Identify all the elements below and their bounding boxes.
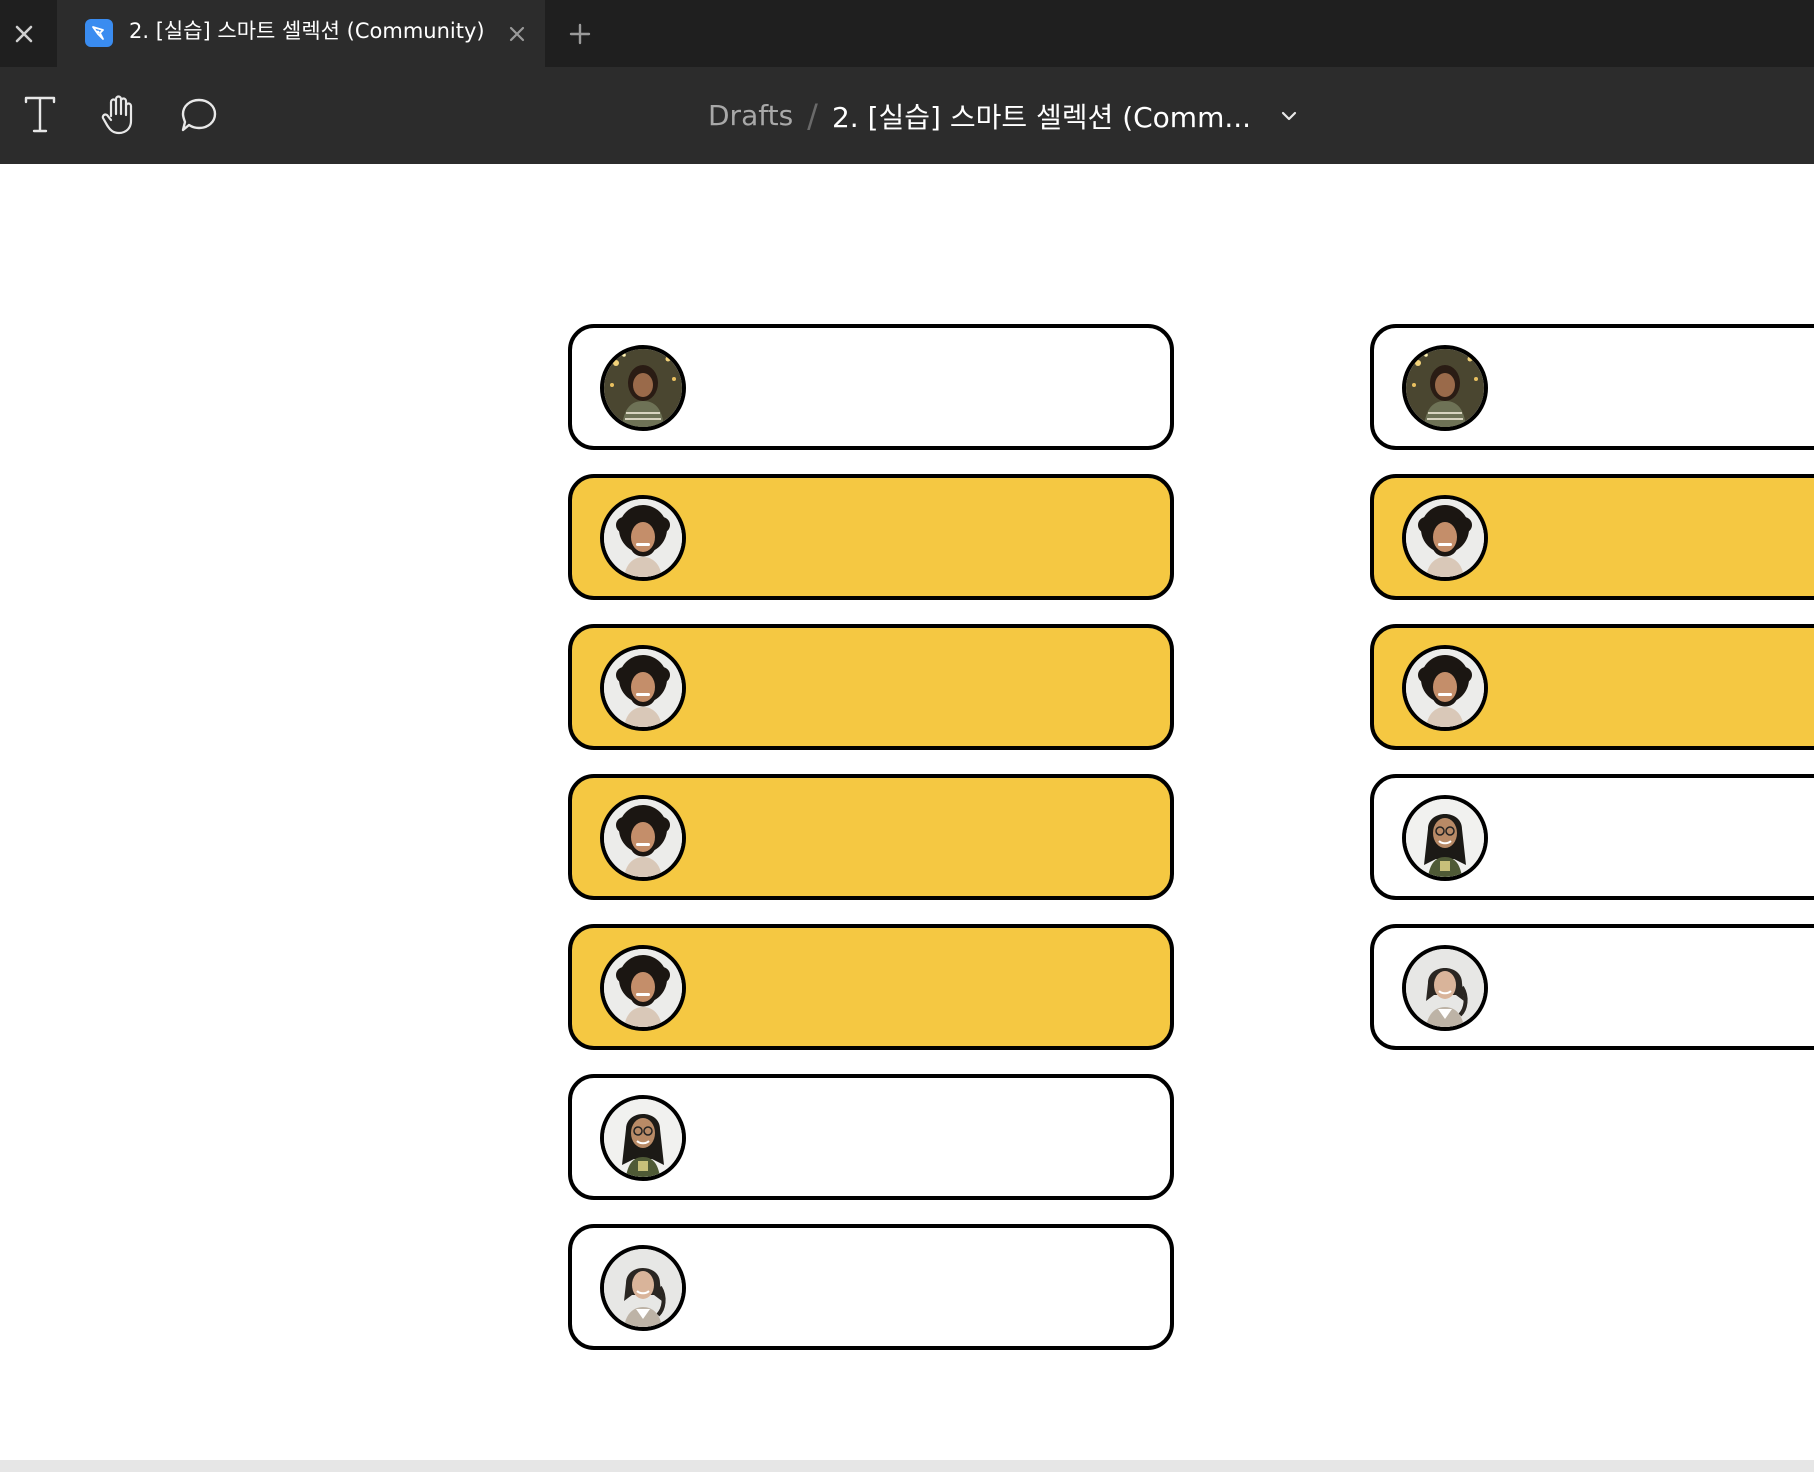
close-icon[interactable] bbox=[0, 0, 48, 67]
list-card[interactable] bbox=[568, 1074, 1174, 1200]
breadcrumb-drafts[interactable]: Drafts bbox=[708, 99, 793, 132]
bottom-scrollbar[interactable] bbox=[0, 1460, 1814, 1472]
tab-bar: 2. [실습] 스마트 셀렉션 (Community) bbox=[0, 0, 1814, 67]
avatar bbox=[600, 795, 686, 881]
text-tool-icon[interactable] bbox=[12, 87, 68, 143]
avatar bbox=[600, 345, 686, 431]
chevron-down-icon[interactable] bbox=[1277, 104, 1301, 128]
avatar bbox=[1402, 645, 1488, 731]
list-card[interactable] bbox=[1370, 624, 1814, 750]
avatar bbox=[1402, 345, 1488, 431]
figma-file-icon bbox=[85, 19, 113, 47]
avatar bbox=[600, 495, 686, 581]
breadcrumb-file-name[interactable]: 2. [실습] 스마트 셀렉션 (Comm... bbox=[832, 96, 1251, 136]
list-card[interactable] bbox=[1370, 924, 1814, 1050]
comment-tool-icon[interactable] bbox=[171, 87, 227, 143]
list-card[interactable] bbox=[1370, 474, 1814, 600]
avatar bbox=[600, 945, 686, 1031]
toolbar: Drafts / 2. [실습] 스마트 셀렉션 (Comm... bbox=[0, 67, 1814, 164]
list-card[interactable] bbox=[1370, 324, 1814, 450]
list-card[interactable] bbox=[568, 1224, 1174, 1350]
design-canvas[interactable] bbox=[0, 164, 1814, 1460]
avatar bbox=[1402, 795, 1488, 881]
avatar bbox=[600, 645, 686, 731]
list-card[interactable] bbox=[568, 624, 1174, 750]
breadcrumb: Drafts / 2. [실습] 스마트 셀렉션 (Comm... bbox=[708, 67, 1301, 164]
list-card[interactable] bbox=[568, 924, 1174, 1050]
file-tab[interactable]: 2. [실습] 스마트 셀렉션 (Community) bbox=[57, 0, 545, 67]
avatar bbox=[600, 1245, 686, 1331]
hand-tool-icon[interactable] bbox=[91, 87, 147, 143]
avatar bbox=[1402, 495, 1488, 581]
tab-title: 2. [실습] 스마트 셀렉션 (Community) bbox=[129, 19, 485, 43]
breadcrumb-separator: / bbox=[807, 96, 818, 135]
plus-icon[interactable] bbox=[558, 0, 602, 67]
avatar bbox=[600, 1095, 686, 1181]
avatar bbox=[1402, 945, 1488, 1031]
list-card[interactable] bbox=[568, 474, 1174, 600]
list-card[interactable] bbox=[568, 774, 1174, 900]
list-card[interactable] bbox=[1370, 774, 1814, 900]
list-card[interactable] bbox=[568, 324, 1174, 450]
tab-close-icon[interactable] bbox=[497, 0, 537, 67]
